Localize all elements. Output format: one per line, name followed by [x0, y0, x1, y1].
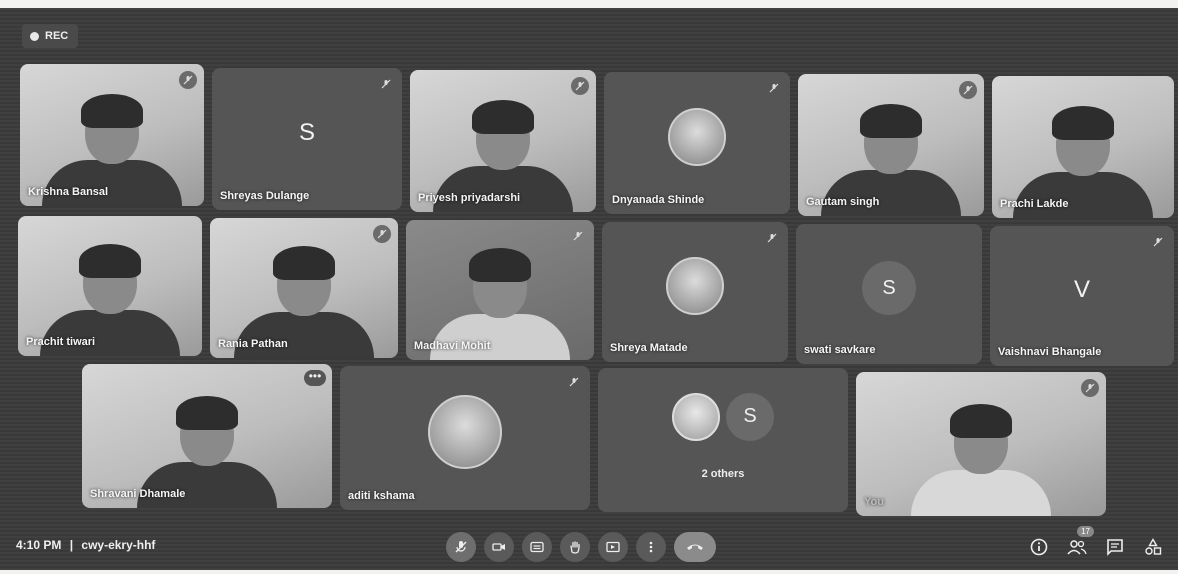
participant-avatar [666, 257, 724, 316]
more-options-button[interactable] [636, 532, 666, 562]
participant-initial: S [862, 261, 916, 316]
captions-button[interactable] [522, 532, 552, 562]
meeting-tools: 17 [1028, 526, 1164, 558]
present-icon [606, 541, 620, 553]
mic-off-icon [763, 229, 781, 247]
call-controls [446, 532, 716, 562]
participant-name: Gautam singh [806, 196, 880, 208]
mic-off-icon [959, 81, 977, 99]
activities-button[interactable] [1142, 536, 1164, 558]
participant-tile[interactable]: Shreya Matade [602, 222, 788, 362]
participant-tile[interactable]: Madhavi Mohit [406, 220, 594, 360]
participant-tile[interactable]: Prachi Lakde [992, 76, 1174, 218]
camera-icon [492, 543, 505, 551]
participant-name: Priyesh priyadarshi [418, 192, 521, 204]
participant-name: Dnyanada Shinde [612, 194, 705, 206]
participant-avatar [672, 392, 720, 441]
participant-tile[interactable]: Prachit tiwari [18, 216, 202, 356]
mic-off-icon [571, 77, 589, 95]
participant-tile[interactable]: Priyesh priyadarshi [410, 70, 596, 212]
raise-hand-button[interactable] [560, 532, 590, 562]
participant-name: Rania Pathan [218, 338, 288, 350]
rec-dot-icon [30, 31, 39, 41]
meeting-code: cwy-ekry-hhf [81, 538, 156, 552]
mic-off-icon [377, 75, 395, 93]
participant-name: Shravani Dhamale [90, 488, 186, 500]
camera-toggle-button[interactable] [484, 532, 514, 562]
participant-avatar [428, 395, 502, 470]
participant-tile[interactable]: ••• Shravani Dhamale [82, 364, 332, 508]
more-options-icon[interactable]: ••• [304, 370, 326, 386]
participant-name: Shreyas Dulange [220, 190, 310, 202]
participant-name: Prachit tiwari [26, 336, 96, 348]
participant-initial: S [726, 392, 774, 441]
more-vert-icon [649, 541, 653, 553]
present-button[interactable] [598, 532, 628, 562]
mic-off-icon [569, 227, 587, 245]
participant-tile[interactable]: Krishna Bansal [20, 64, 204, 206]
participant-tile[interactable]: S swati savkare [796, 224, 982, 364]
participant-initial: V [1073, 276, 1091, 304]
meeting-time: 4:10 PM [16, 538, 62, 552]
participant-name: Madhavi Mohit [414, 340, 491, 352]
end-call-icon [687, 544, 703, 550]
participant-tile[interactable]: Dnyanada Shinde [604, 72, 790, 214]
raise-hand-icon [570, 541, 580, 554]
others-avatars: S [672, 392, 774, 441]
participant-tile[interactable]: V Vaishnavi Bhangale [990, 226, 1174, 366]
participant-name: Shreya Matade [610, 342, 688, 354]
people-icon [1067, 540, 1087, 555]
participant-name: Prachi Lakde [1000, 198, 1069, 210]
captions-icon [530, 541, 544, 553]
participant-name: Krishna Bansal [28, 186, 109, 198]
mic-off-icon [373, 225, 391, 243]
participant-tile[interactable]: aditi kshama [340, 366, 590, 510]
participant-name: You [864, 496, 884, 508]
others-count: 2 others [701, 468, 745, 480]
participant-tile[interactable]: S Shreyas Dulange [212, 68, 402, 210]
mic-off-icon [565, 373, 583, 391]
meeting-screen: REC Krishna Bansal S Shreyas Dulange Pri… [0, 8, 1178, 570]
people-button[interactable]: 17 [1066, 526, 1094, 558]
participant-tile[interactable]: Rania Pathan [210, 218, 398, 358]
participant-initial: S [298, 119, 316, 147]
mic-off-icon [455, 541, 467, 553]
activities-icon [1145, 538, 1162, 555]
recording-indicator: REC [22, 24, 79, 48]
chat-icon [1107, 539, 1123, 556]
control-bar: 4:10 PM | cwy-ekry-hhf 17 [0, 522, 1178, 570]
participant-name: aditi kshama [348, 490, 415, 502]
mic-off-icon [1081, 379, 1099, 397]
mic-off-icon [179, 71, 197, 89]
participant-video [911, 404, 1051, 516]
people-count-badge: 17 [1077, 526, 1094, 537]
participant-name: swati savkare [804, 344, 876, 356]
mic-toggle-button[interactable] [446, 532, 476, 562]
meeting-details-button[interactable] [1028, 536, 1050, 558]
participant-name: Vaishnavi Bhangale [998, 346, 1102, 358]
info-icon [1030, 538, 1048, 556]
self-view-tile[interactable]: You [856, 372, 1106, 516]
participant-avatar [668, 108, 726, 167]
mic-off-icon [765, 79, 783, 97]
rec-label: REC [45, 30, 69, 42]
chat-button[interactable] [1104, 536, 1126, 558]
others-tile[interactable]: S 2 others [598, 368, 848, 512]
leave-call-button[interactable] [674, 532, 716, 562]
participant-tile[interactable]: Gautam singh [798, 74, 984, 216]
meeting-info: 4:10 PM | cwy-ekry-hhf [16, 538, 156, 552]
mic-off-icon [1149, 233, 1167, 251]
